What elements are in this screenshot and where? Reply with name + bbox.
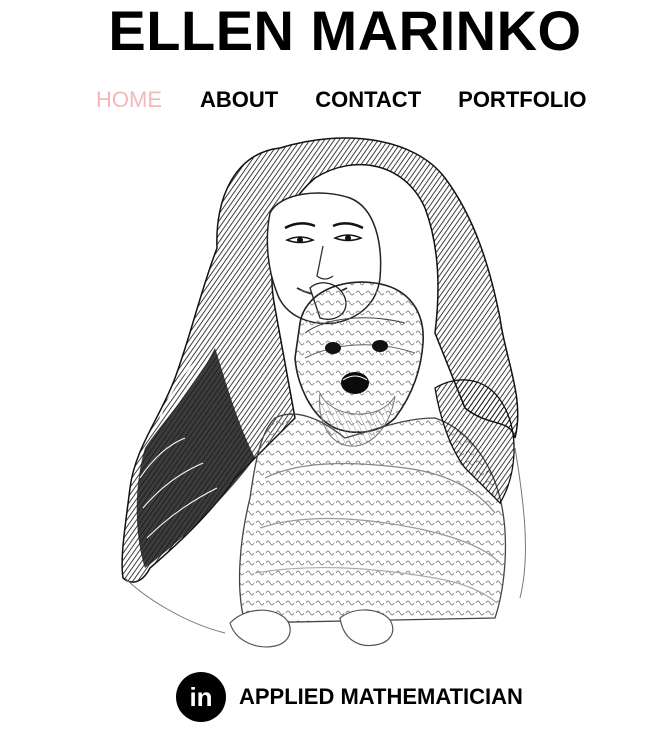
portrait-image [105,118,545,663]
main-nav: HOME ABOUT CONTACT PORTFOLIO [96,84,586,116]
nav-item-home[interactable]: HOME [96,84,162,116]
site-title: ELLEN MARINKO [108,0,582,62]
tagline: APPLIED MATHEMATICIAN [239,684,523,709]
footer: in APPLIED MATHEMATICIAN [176,672,523,722]
nav-item-contact[interactable]: CONTACT [315,84,421,116]
linkedin-icon[interactable]: in [176,672,226,722]
nav-item-portfolio[interactable]: PORTFOLIO [458,84,586,116]
linkedin-label: in [189,683,212,711]
nav-item-about[interactable]: ABOUT [200,84,278,116]
